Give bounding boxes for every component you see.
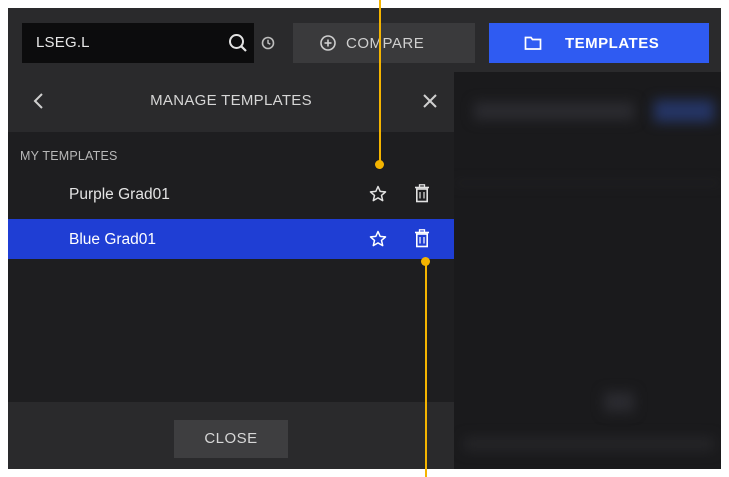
templates-button[interactable]: TEMPLATES (489, 23, 709, 63)
template-row-selected[interactable]: Blue Grad01 (8, 219, 454, 259)
templates-label: TEMPLATES (565, 35, 660, 52)
folder-icon (524, 36, 542, 50)
template-name: Purple Grad01 (69, 186, 170, 203)
blurred-block (474, 102, 634, 120)
star-icon[interactable] (369, 230, 387, 248)
close-icon[interactable] (422, 93, 438, 109)
panel-title: MANAGE TEMPLATES (150, 92, 312, 109)
blurred-block (454, 182, 721, 184)
top-toolbar: LSEG.L COMPARE TEMPLATES (8, 8, 721, 72)
search-value: LSEG.L (36, 34, 90, 51)
compare-label: COMPARE (346, 35, 425, 52)
callout-dot (375, 160, 384, 169)
blurred-block (604, 392, 634, 412)
panel-footer: CLOSE (8, 402, 454, 469)
close-button[interactable]: CLOSE (174, 420, 288, 458)
plus-circle-icon (320, 35, 336, 51)
section-label: MY TEMPLATES (20, 149, 118, 163)
callout-line (425, 262, 427, 477)
star-icon[interactable] (369, 185, 387, 203)
app-window: LSEG.L COMPARE TEMPLATES MANAGE TEMPLATE… (8, 8, 721, 469)
symbol-search-input[interactable]: LSEG.L (22, 23, 254, 63)
blurred-block (654, 100, 714, 122)
history-icon[interactable] (261, 36, 275, 50)
template-name: Blue Grad01 (69, 231, 157, 248)
compare-button[interactable]: COMPARE (293, 23, 475, 63)
manage-templates-panel: MANAGE TEMPLATES MY TEMPLATES Purple Gra… (8, 72, 454, 469)
trash-icon[interactable] (414, 184, 430, 203)
search-icon[interactable] (228, 33, 248, 53)
template-row[interactable]: Purple Grad01 (8, 174, 454, 214)
trash-icon[interactable] (414, 229, 430, 248)
blurred-block (464, 437, 714, 451)
callout-line (379, 0, 381, 162)
panel-header: MANAGE TEMPLATES (8, 72, 454, 132)
blurred-background (454, 72, 721, 469)
